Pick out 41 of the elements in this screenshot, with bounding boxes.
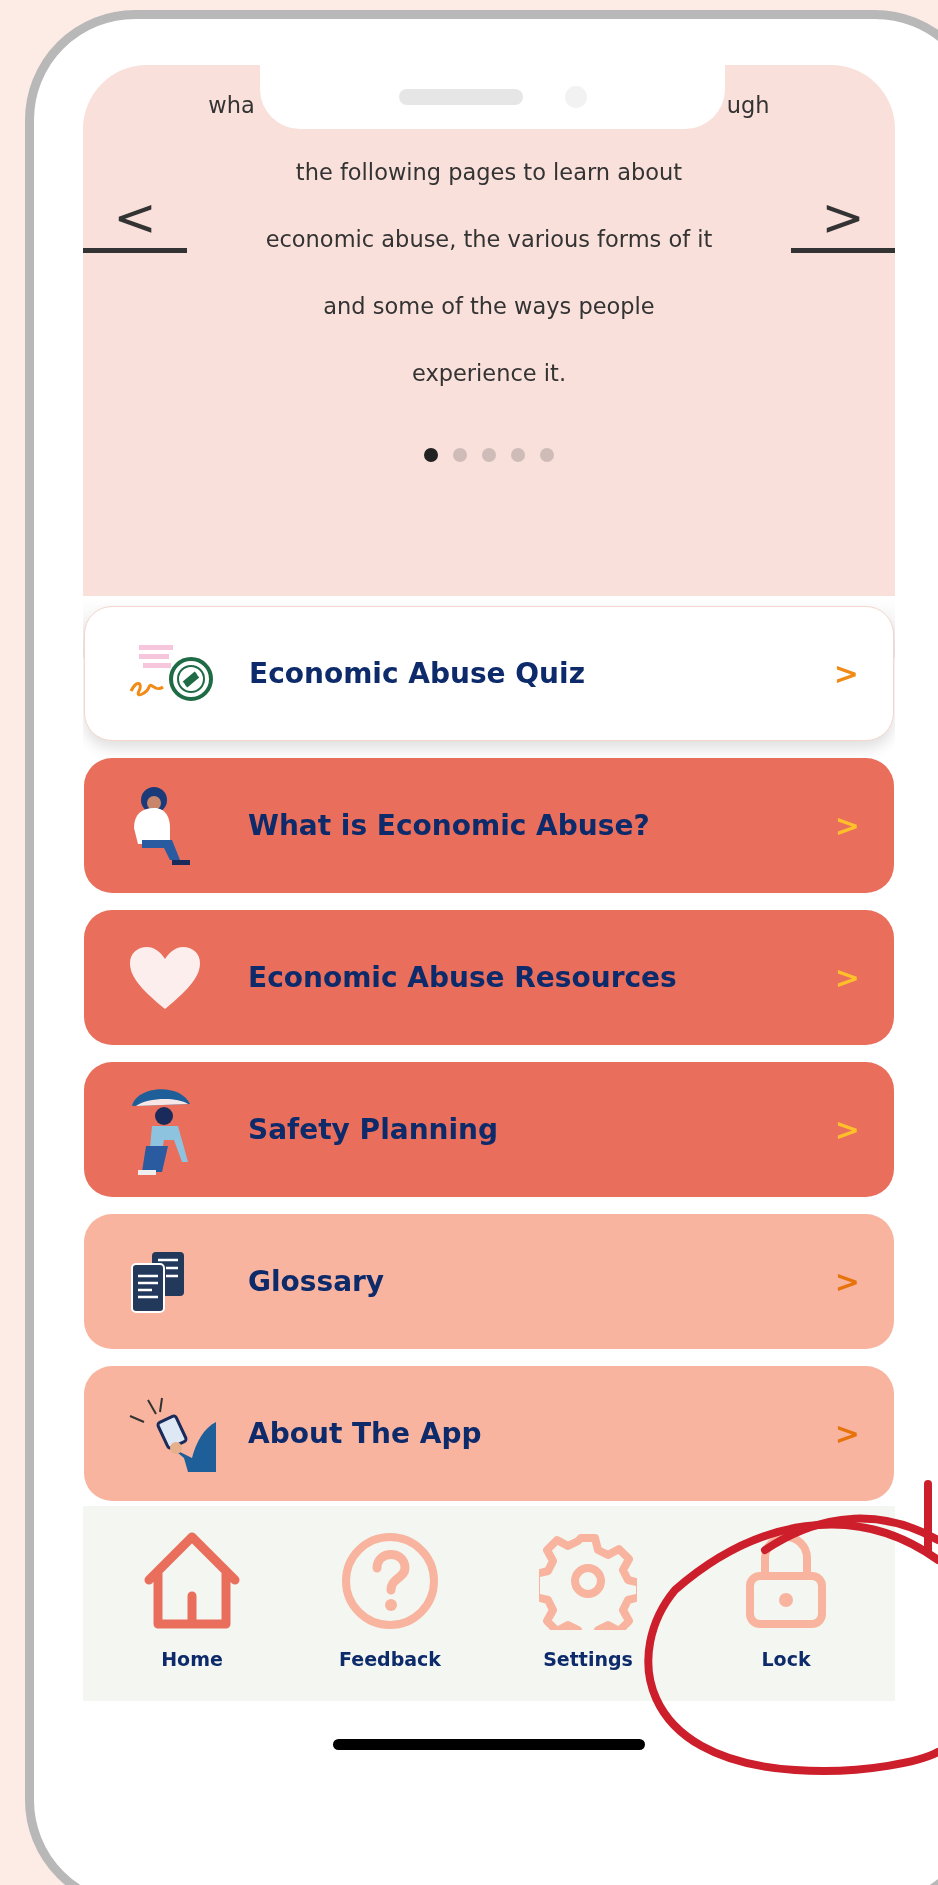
menu-label: Economic Abuse Quiz (249, 657, 586, 690)
menu-item[interactable]: Economic Abuse Quiz > (84, 606, 894, 741)
menu-item[interactable]: Safety Planning > (84, 1062, 894, 1197)
chevron-icon: > (834, 960, 860, 995)
intro-text: wha (208, 91, 255, 118)
menu-label: About The App (248, 1417, 483, 1450)
chevron-icon: > (834, 1416, 860, 1451)
menu-label: Safety Planning (248, 1113, 500, 1146)
previous-button[interactable]: < (83, 185, 187, 253)
menu-item[interactable]: Glossary > (84, 1214, 894, 1349)
intro-text: ugh (726, 91, 770, 118)
intro-text: experience it. (411, 359, 567, 386)
chevron-icon: > (834, 1264, 860, 1299)
intro-text: economic abuse, the various forms of it (265, 225, 713, 252)
page-dot[interactable] (424, 448, 438, 462)
page-dot[interactable] (482, 448, 496, 462)
chevron-icon: > (834, 1112, 860, 1147)
intro-text: the following pages to learn about (295, 158, 683, 185)
chevron-icon: > (833, 656, 859, 691)
next-button[interactable]: > (791, 185, 895, 253)
intro-text: and some of the ways people (323, 292, 655, 319)
speaker-icon (398, 89, 523, 105)
page-dot[interactable] (540, 448, 554, 462)
menu-item[interactable]: Economic Abuse Resources > (84, 910, 894, 1045)
menu-label: Economic Abuse Resources (248, 961, 678, 994)
menu-label: Glossary (248, 1265, 386, 1298)
help-icon (341, 1532, 439, 1630)
menu-label: What is Economic Abuse? (248, 809, 651, 842)
page-dot[interactable] (453, 448, 467, 462)
menu-item[interactable]: What is Economic Abuse? > (84, 758, 894, 893)
settings-icon (539, 1532, 637, 1630)
menu-item[interactable]: About The App > (84, 1366, 894, 1501)
lock-icon (745, 1532, 827, 1630)
nav-item[interactable]: Settings (489, 1506, 687, 1701)
nav-item[interactable]: Home (93, 1506, 291, 1701)
home-icon (144, 1532, 240, 1630)
page-dot[interactable] (511, 448, 525, 462)
chevron-icon: > (834, 808, 860, 843)
nav-item[interactable]: Lock (687, 1506, 885, 1701)
heart-icon (128, 944, 202, 1011)
nav-item[interactable]: Feedback (291, 1506, 489, 1701)
